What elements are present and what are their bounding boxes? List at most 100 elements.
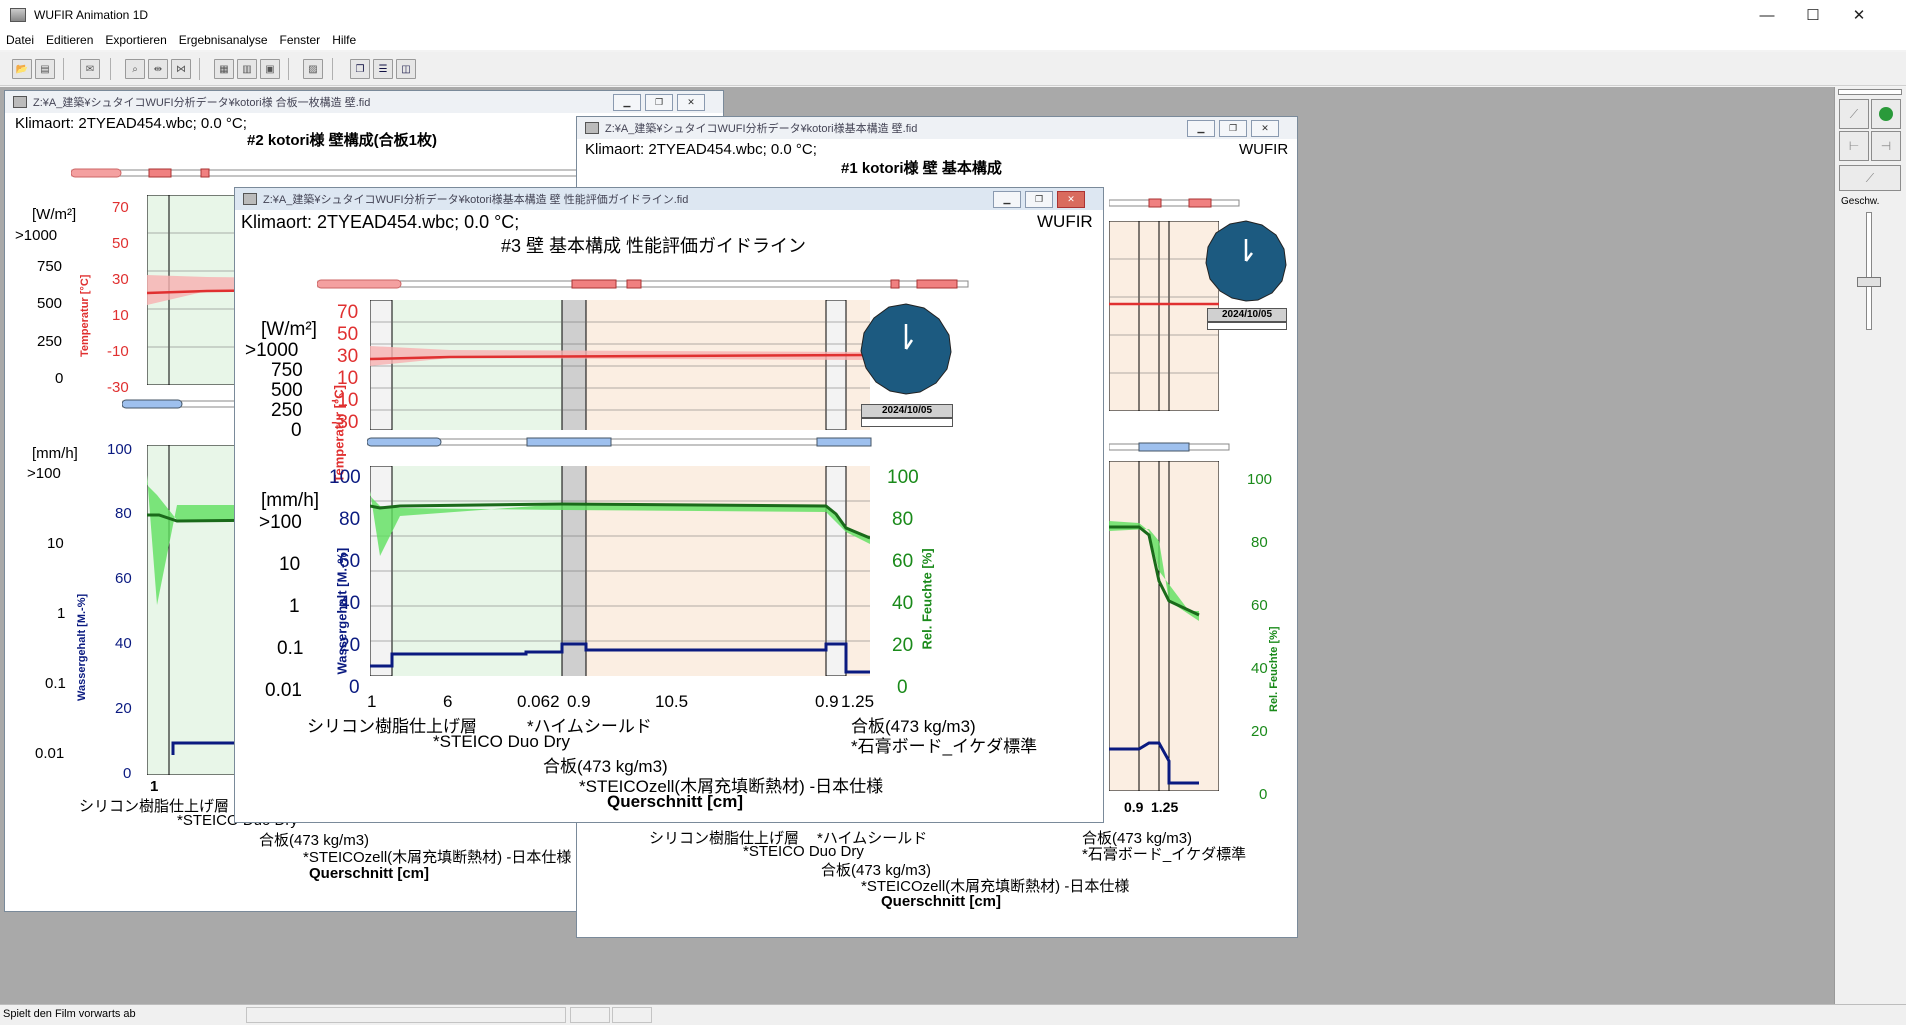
temp-tick: -30: [331, 412, 359, 433]
menu-datei[interactable]: Datei: [6, 33, 34, 47]
document-window-3[interactable]: Z:¥A_建築¥シュタイコWUFI分析データ¥kotori様基本構造 壁 性能評…: [234, 187, 1104, 823]
mdi-area: Z:¥A_建築¥シュタイコWUFI分析データ¥kotori様 合板一枚構造 壁.…: [0, 87, 1834, 1004]
water-tick: 20: [339, 635, 361, 656]
status-text: Spielt den Film vorwarts ab: [3, 1008, 136, 1020]
solar-radiation-bar: [71, 168, 603, 178]
wufir-label: WUFIR: [1037, 212, 1093, 231]
status-pane: [612, 1007, 652, 1023]
speed-slider-thumb[interactable]: [1857, 277, 1881, 287]
window-path: Z:¥A_建築¥シュタイコWUFI分析データ¥kotori様 合板一枚構造 壁.…: [33, 97, 371, 109]
play-icon[interactable]: [1871, 99, 1901, 129]
close-icon[interactable]: ✕: [1836, 0, 1882, 30]
app-window: WUFIR Animation 1D — ☐ ✕ Datei Editieren…: [0, 0, 1906, 1025]
layer-label: *石膏ボード_イケダ標準: [1082, 846, 1247, 863]
close-button[interactable]: ✕: [1251, 120, 1279, 137]
bar-track: [317, 280, 969, 288]
app-title: WUFIR Animation 1D: [34, 8, 149, 22]
menu-editieren[interactable]: Editieren: [46, 33, 93, 47]
zoom-icon[interactable]: ⌕: [125, 59, 145, 79]
menu-exportieren[interactable]: Exportieren: [105, 33, 166, 47]
date-display: 2024/10/05: [1207, 308, 1287, 322]
print-icon[interactable]: ▤: [35, 59, 55, 79]
restore-button[interactable]: ❐: [645, 94, 673, 111]
rain-unit-label: [mm/h]: [261, 490, 320, 511]
film-icon[interactable]: ▣: [260, 59, 280, 79]
animation-control-panel: ⟋ ⊢ ⊣ ⟋ Geschw.: [1834, 87, 1906, 1004]
x-axis-label: Querschnitt [cm]: [309, 865, 430, 882]
rh-axis-label: Rel. Feuchte [%]: [919, 548, 935, 650]
minimize-button[interactable]: ▁: [993, 191, 1021, 208]
window-caption[interactable]: Z:¥A_建築¥シュタイコWUFI分析データ¥kotori様基本構造 壁 性能評…: [235, 188, 1103, 210]
bar-track: [1109, 199, 1240, 207]
flux-tick: 500: [271, 380, 303, 401]
rain-tick: 0.1: [277, 638, 304, 659]
menu-ergebnisanalyse[interactable]: Ergebnisanalyse: [179, 33, 268, 47]
layers-icon[interactable]: ▥: [237, 59, 257, 79]
plot-title: #1 kotori様 壁 基本構成: [841, 160, 1002, 177]
rh-tick: 80: [1251, 534, 1268, 551]
document-icon: [585, 122, 599, 134]
rain-tick: >100: [27, 465, 61, 482]
speed-label: Geschw.: [1841, 196, 1880, 207]
tile-vertical-icon[interactable]: ◫: [396, 59, 416, 79]
plot-title: #2 kotori様 壁構成(合板1枚): [247, 132, 438, 149]
minimize-icon[interactable]: —: [1744, 0, 1790, 30]
flux-tick: >1000: [15, 227, 58, 244]
water-tick: 60: [339, 551, 361, 572]
window-caption[interactable]: Z:¥A_建築¥シュタイコWUFI分析データ¥kotori様基本構造 壁.fid…: [577, 117, 1297, 139]
x-axis-label: Querschnitt [cm]: [881, 893, 1002, 910]
solar-radiation-bar: [317, 279, 969, 289]
rewind-icon[interactable]: ⟋: [1839, 99, 1869, 129]
bar-indicator: [1188, 198, 1212, 208]
menu-fenster[interactable]: Fenster: [280, 33, 321, 47]
stretch-icon[interactable]: ⇹: [148, 59, 168, 79]
maximize-icon[interactable]: ☐: [1790, 0, 1836, 30]
restore-button[interactable]: ❐: [1025, 191, 1053, 208]
bar-track: [367, 438, 869, 446]
speed-slider[interactable]: [1866, 212, 1872, 330]
rh-tick: 60: [1251, 597, 1268, 614]
menu-bar: Datei Editieren Exportieren Ergebnisanal…: [0, 30, 1906, 50]
document-icon: [13, 96, 27, 108]
temp-tick: 50: [337, 324, 359, 345]
restore-button[interactable]: ❐: [1219, 120, 1247, 137]
open-folder-icon[interactable]: 📂: [12, 59, 32, 79]
temperature-axis-label: Temperatur [°C]: [79, 274, 91, 357]
minimize-button[interactable]: ▁: [1187, 120, 1215, 137]
minimize-button[interactable]: ▁: [613, 94, 641, 111]
step-back-icon[interactable]: ⊢: [1839, 131, 1869, 161]
cascade-icon[interactable]: ❐: [350, 59, 370, 79]
bar-indicator: [148, 168, 172, 178]
bar-indicator: [816, 437, 872, 447]
tile-horizontal-icon[interactable]: ☰: [373, 59, 393, 79]
bar-indicator: [367, 437, 442, 447]
flux-tick: >1000: [245, 340, 299, 361]
bar-indicator: [571, 279, 617, 289]
step-forward-icon[interactable]: ⊣: [1871, 131, 1901, 161]
window-caption[interactable]: Z:¥A_建築¥シュタイコWUFI分析データ¥kotori様 合板一枚構造 壁.…: [5, 91, 723, 113]
export-icon[interactable]: ✉: [80, 59, 100, 79]
water-tick: 80: [115, 505, 132, 522]
status-pane: [570, 1007, 610, 1023]
compress-icon[interactable]: ⋈: [171, 59, 191, 79]
window-path: Z:¥A_建築¥シュタイコWUFI分析データ¥kotori様基本構造 壁 性能評…: [263, 194, 689, 206]
flux-tick: 0: [291, 420, 302, 441]
bar-indicator: [71, 168, 122, 178]
toolbar-separator: [288, 58, 289, 80]
rh-tick: 40: [892, 593, 914, 614]
rain-tick: 10: [279, 554, 301, 575]
x-tick: 0.9: [1124, 799, 1144, 815]
rain-tick: 0.01: [265, 680, 302, 701]
date-progress: [1207, 322, 1287, 330]
flux-tick: 750: [37, 258, 63, 275]
water-tick: 40: [115, 635, 132, 652]
bar-indicator: [122, 399, 183, 409]
speed-toggle-icon[interactable]: ⟋: [1839, 165, 1901, 191]
close-button[interactable]: ✕: [677, 94, 705, 111]
close-button[interactable]: ✕: [1057, 191, 1085, 208]
chart-icon[interactable]: ▦: [214, 59, 234, 79]
menu-hilfe[interactable]: Hilfe: [332, 33, 356, 47]
properties-icon[interactable]: ▨: [303, 59, 323, 79]
x-tick: 1.25: [841, 692, 875, 711]
bar-indicator: [1148, 198, 1162, 208]
